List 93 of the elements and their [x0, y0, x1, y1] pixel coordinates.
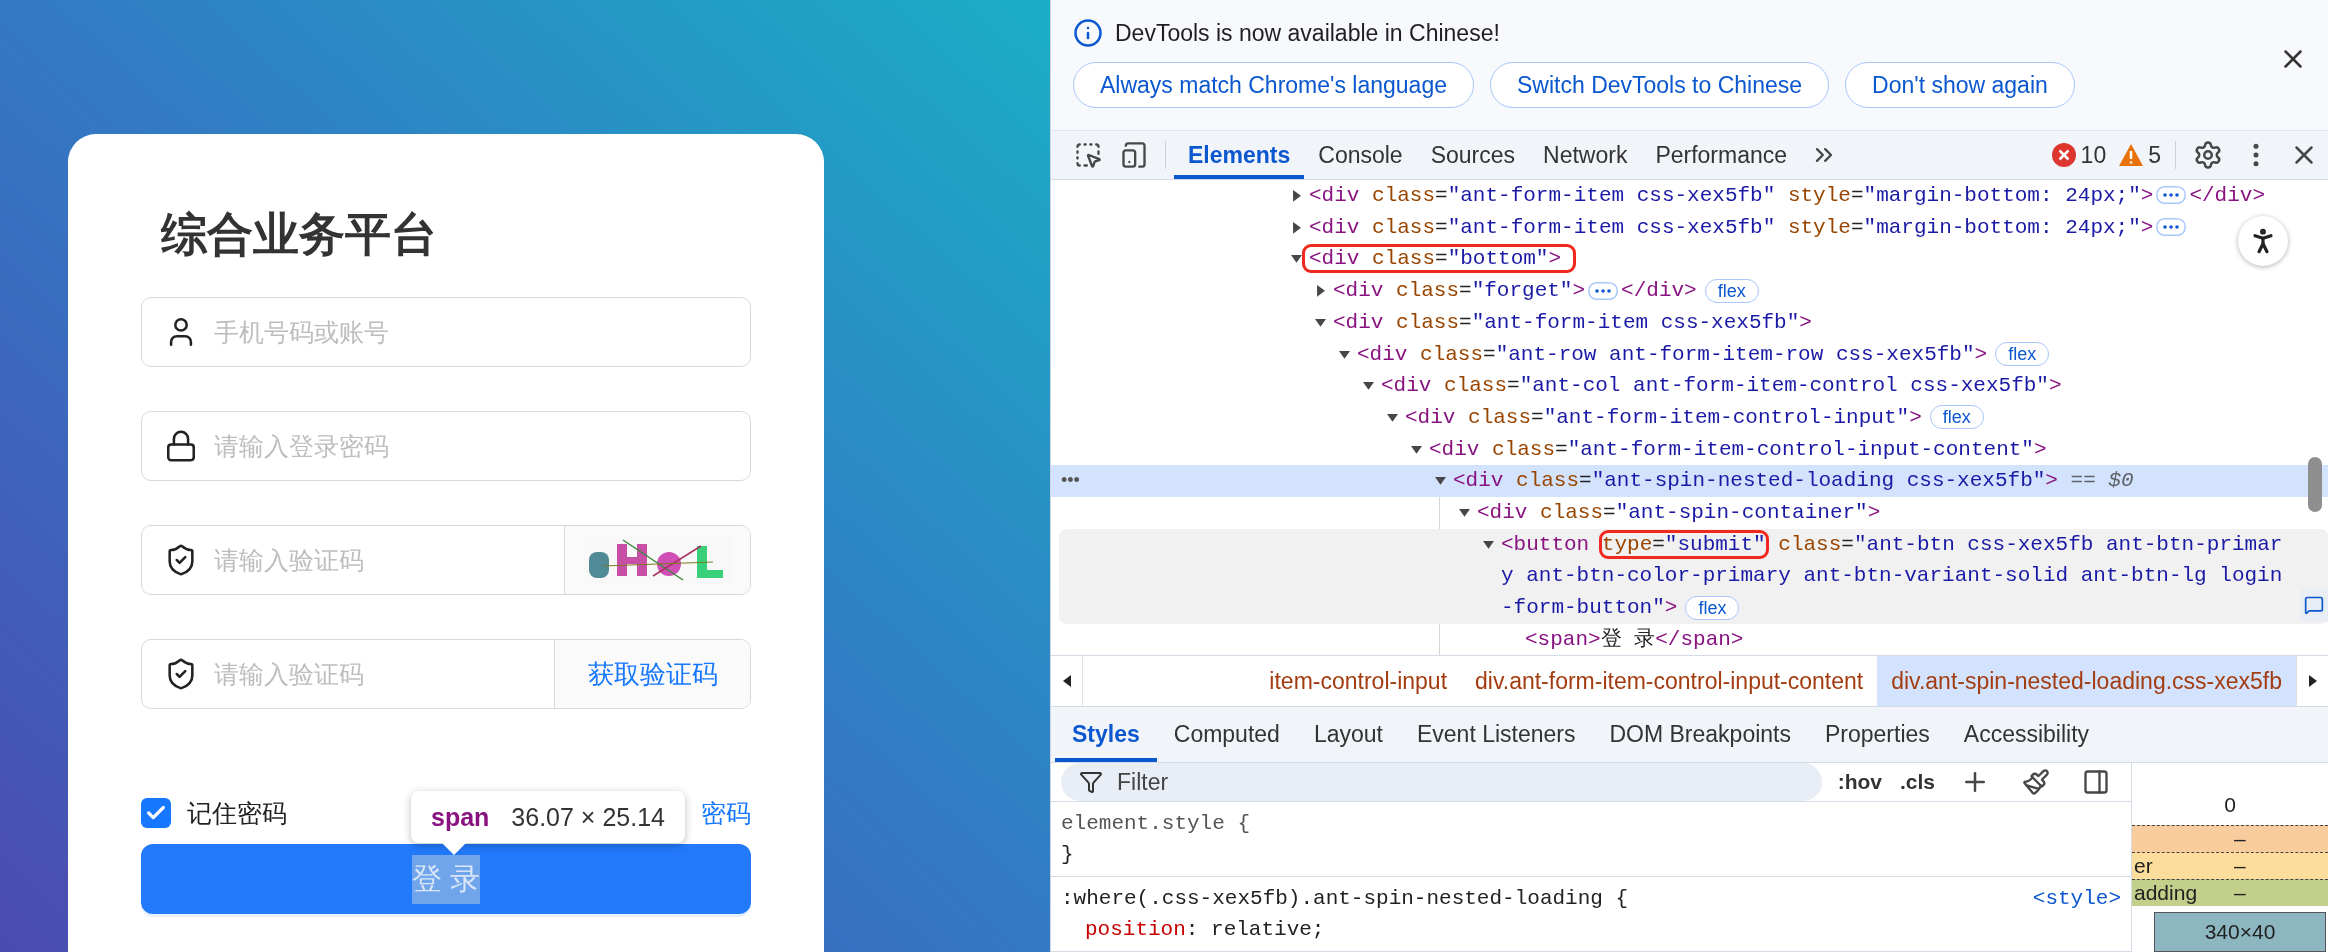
- info-icon: [1073, 18, 1103, 48]
- style-declaration: position: relative;: [1084, 917, 1326, 943]
- dom-tree-row[interactable]: <div class="ant-form-item css-xex5fb" style="margin-bottom: 24px;"> </div>: [1051, 180, 2328, 212]
- panel-tab[interactable]: Console: [1304, 131, 1417, 179]
- remember-label: 记住密码: [187, 797, 287, 829]
- box-model-layer: adding –: [2132, 879, 2328, 906]
- filter-icon: [1079, 770, 1103, 794]
- input-field[interactable]: 请输入登录密码: [141, 411, 751, 481]
- dom-tree-row[interactable]: <div class="forget"> </div> flex: [1051, 275, 2328, 307]
- dom-node-line: <div class="bottom">: [1305, 247, 1574, 271]
- sidebar-tab[interactable]: Styles: [1055, 707, 1157, 762]
- sidebar-tab[interactable]: Event Listeners: [1399, 707, 1593, 762]
- text-input[interactable]: 请输入登录密码: [212, 430, 750, 462]
- error-icon: [2050, 142, 2077, 168]
- input-field[interactable]: 请输入验证码 获取验证码: [141, 639, 751, 709]
- banner-button[interactable]: Switch DevTools to Chinese: [1490, 62, 1830, 108]
- sidebar-tab[interactable]: Computed: [1156, 707, 1297, 762]
- lock-icon: [164, 429, 198, 463]
- flex-badge[interactable]: flex: [1995, 341, 2050, 366]
- dom-node-line: <div class="forget">: [1333, 279, 1586, 303]
- sidebar-tab[interactable]: Layout: [1296, 707, 1400, 762]
- panel-tab[interactable]: Performance: [1641, 131, 1802, 179]
- input-field[interactable]: 请输入验证码: [141, 525, 751, 595]
- dom-tree-row[interactable]: <span>登 录</span>: [1051, 623, 2328, 655]
- flex-badge[interactable]: flex: [1704, 278, 1759, 303]
- sidebar-tab[interactable]: DOM Breakpoints: [1592, 707, 1808, 762]
- forgot-password-link[interactable]: 密码: [701, 796, 751, 830]
- text-input[interactable]: 请输入验证码: [212, 658, 554, 690]
- dom-tree-row[interactable]: <div class="ant-spin-container">: [1051, 497, 2328, 529]
- dom-node-line: <div class="ant-form-item-control-input-content">: [1429, 437, 2047, 461]
- sidebar-tab[interactable]: Accessibility: [1946, 707, 2107, 762]
- platform-title: 综合业务平台: [161, 210, 438, 258]
- dom-tree-row[interactable]: <div class="ant-form-item css-xex5fb">: [1051, 306, 2328, 339]
- box-model-value: 0: [2223, 792, 2237, 818]
- dom-tree-row[interactable]: <div class="bottom">: [1051, 243, 2328, 276]
- dom-node-line: <div class="ant-form-item css-xex5fb" style="margin-bottom: 24px;">: [1309, 184, 2154, 207]
- tooltip-tag-name: span: [431, 802, 490, 832]
- banner-button[interactable]: Don't show again: [1845, 62, 2075, 108]
- panel-tab[interactable]: Network: [1529, 131, 1642, 179]
- captcha-image[interactable]: [564, 526, 750, 594]
- dom-node-line: <div class="ant-form-item-control-input">: [1405, 405, 1922, 429]
- dom-node-line: <div class="ant-col ant-form-item-control css-xex5fb">: [1381, 374, 2062, 398]
- panel-tab[interactable]: Elements: [1174, 131, 1305, 179]
- dom-node-line: <div class="ant-row ant-form-item-row css-xex5fb">: [1357, 342, 1988, 366]
- selected-node-marker: == $0: [2070, 469, 2134, 493]
- flex-badge[interactable]: flex: [1929, 405, 1984, 430]
- dom-tree-row[interactable]: <div class="ant-form-item css-xex5fb" style="margin-bottom: 24px;">: [1051, 211, 2328, 244]
- closing-tag: </div>: [2189, 184, 2266, 207]
- dom-node-line: <div class="ant-spin-nested-loading css-xex5fb">: [1453, 469, 2058, 493]
- input-field[interactable]: 手机号码或账号: [141, 297, 751, 367]
- filter-field[interactable]: Filter: [1061, 763, 1822, 801]
- flex-badge[interactable]: flex: [1685, 595, 1740, 620]
- side-panel-icon[interactable]: [2300, 588, 2328, 622]
- closing-tag: </div>: [1621, 279, 1697, 303]
- dom-tree-row[interactable]: <button type="submit" class="ant-btn css-xex5fb ant-btn-primary ant-btn-color-primary ant-btn-variant-solid ant-btn-lg login-form-button"> flex: [1059, 528, 2328, 624]
- dom-tree-row[interactable]: <div class="ant-form-item-control-input-content">: [1051, 433, 2328, 466]
- warning-count[interactable]: 5: [2148, 141, 2161, 169]
- banner-button[interactable]: Always match Chrome's language: [1073, 62, 1474, 108]
- banner-message: DevTools is now available in Chinese!: [1115, 19, 1500, 47]
- accessibility-button[interactable]: [2238, 216, 2288, 266]
- box-model-layer: er –: [2132, 852, 2328, 879]
- stylesheet-link[interactable]: <style>: [2032, 883, 2121, 914]
- filter-input[interactable]: Filter: [1115, 767, 1822, 797]
- remember-checkbox[interactable]: [141, 798, 171, 828]
- filter-toggle[interactable]: :hov: [1835, 770, 1884, 794]
- dom-tree-row[interactable]: <div class="ant-form-item-control-input"> flex: [1051, 401, 2328, 434]
- ellipsis-icon[interactable]: [2156, 218, 2187, 237]
- sidebar-tab[interactable]: Properties: [1808, 707, 1947, 762]
- dom-tree-row[interactable]: <div class="ant-row ant-form-item-row css-xex5fb"> flex: [1051, 338, 2328, 371]
- text-input[interactable]: 请输入验证码: [212, 544, 564, 576]
- filter-toggle[interactable]: .cls: [1897, 770, 1937, 794]
- row-gutter-marker[interactable]: •••: [1061, 465, 1080, 498]
- scrollbar-thumb[interactable]: [2308, 457, 2322, 512]
- tooltip-dimensions: 36.07 × 25.14: [511, 802, 665, 832]
- dom-node-line: <div class="ant-form-item css-xex5fb" style="margin-bottom: 24px;">: [1309, 215, 2154, 239]
- box-model-layer: –: [2132, 825, 2328, 852]
- ellipsis-icon[interactable]: [1588, 281, 1619, 300]
- panel-tab[interactable]: Sources: [1416, 131, 1530, 179]
- box-model-content: 340×40: [2154, 912, 2326, 952]
- ellipsis-icon[interactable]: [2156, 186, 2187, 205]
- error-count[interactable]: 10: [2080, 141, 2107, 169]
- breadcrumb-item[interactable]: div.ant-spin-nested-loading.css-xex5fb: [1877, 656, 2296, 706]
- rule-selector: :where(.css-xex5fb).ant-spin-nested-loading {: [1061, 886, 1629, 912]
- text-input[interactable]: 手机号码或账号: [212, 316, 750, 348]
- dom-tree-row[interactable]: <div class="ant-col ant-form-item-control css-xex5fb">: [1051, 370, 2328, 402]
- dom-node-line: <div class="ant-form-item css-xex5fb">: [1333, 310, 1812, 334]
- dom-node-line: <div class="ant-spin-container">: [1477, 501, 1881, 525]
- rule-closing: }: [1061, 842, 1075, 868]
- dom-node-line: <span>登 录</span>: [1525, 627, 1744, 651]
- warning-icon: [2118, 143, 2145, 167]
- rule-selector: element.style {: [1061, 811, 1251, 837]
- get-code-button[interactable]: 获取验证码: [554, 640, 750, 708]
- dom-tree-row[interactable]: ••• <div class="ant-spin-nested-loading css-xex5fb"> == $0: [1051, 465, 2328, 498]
